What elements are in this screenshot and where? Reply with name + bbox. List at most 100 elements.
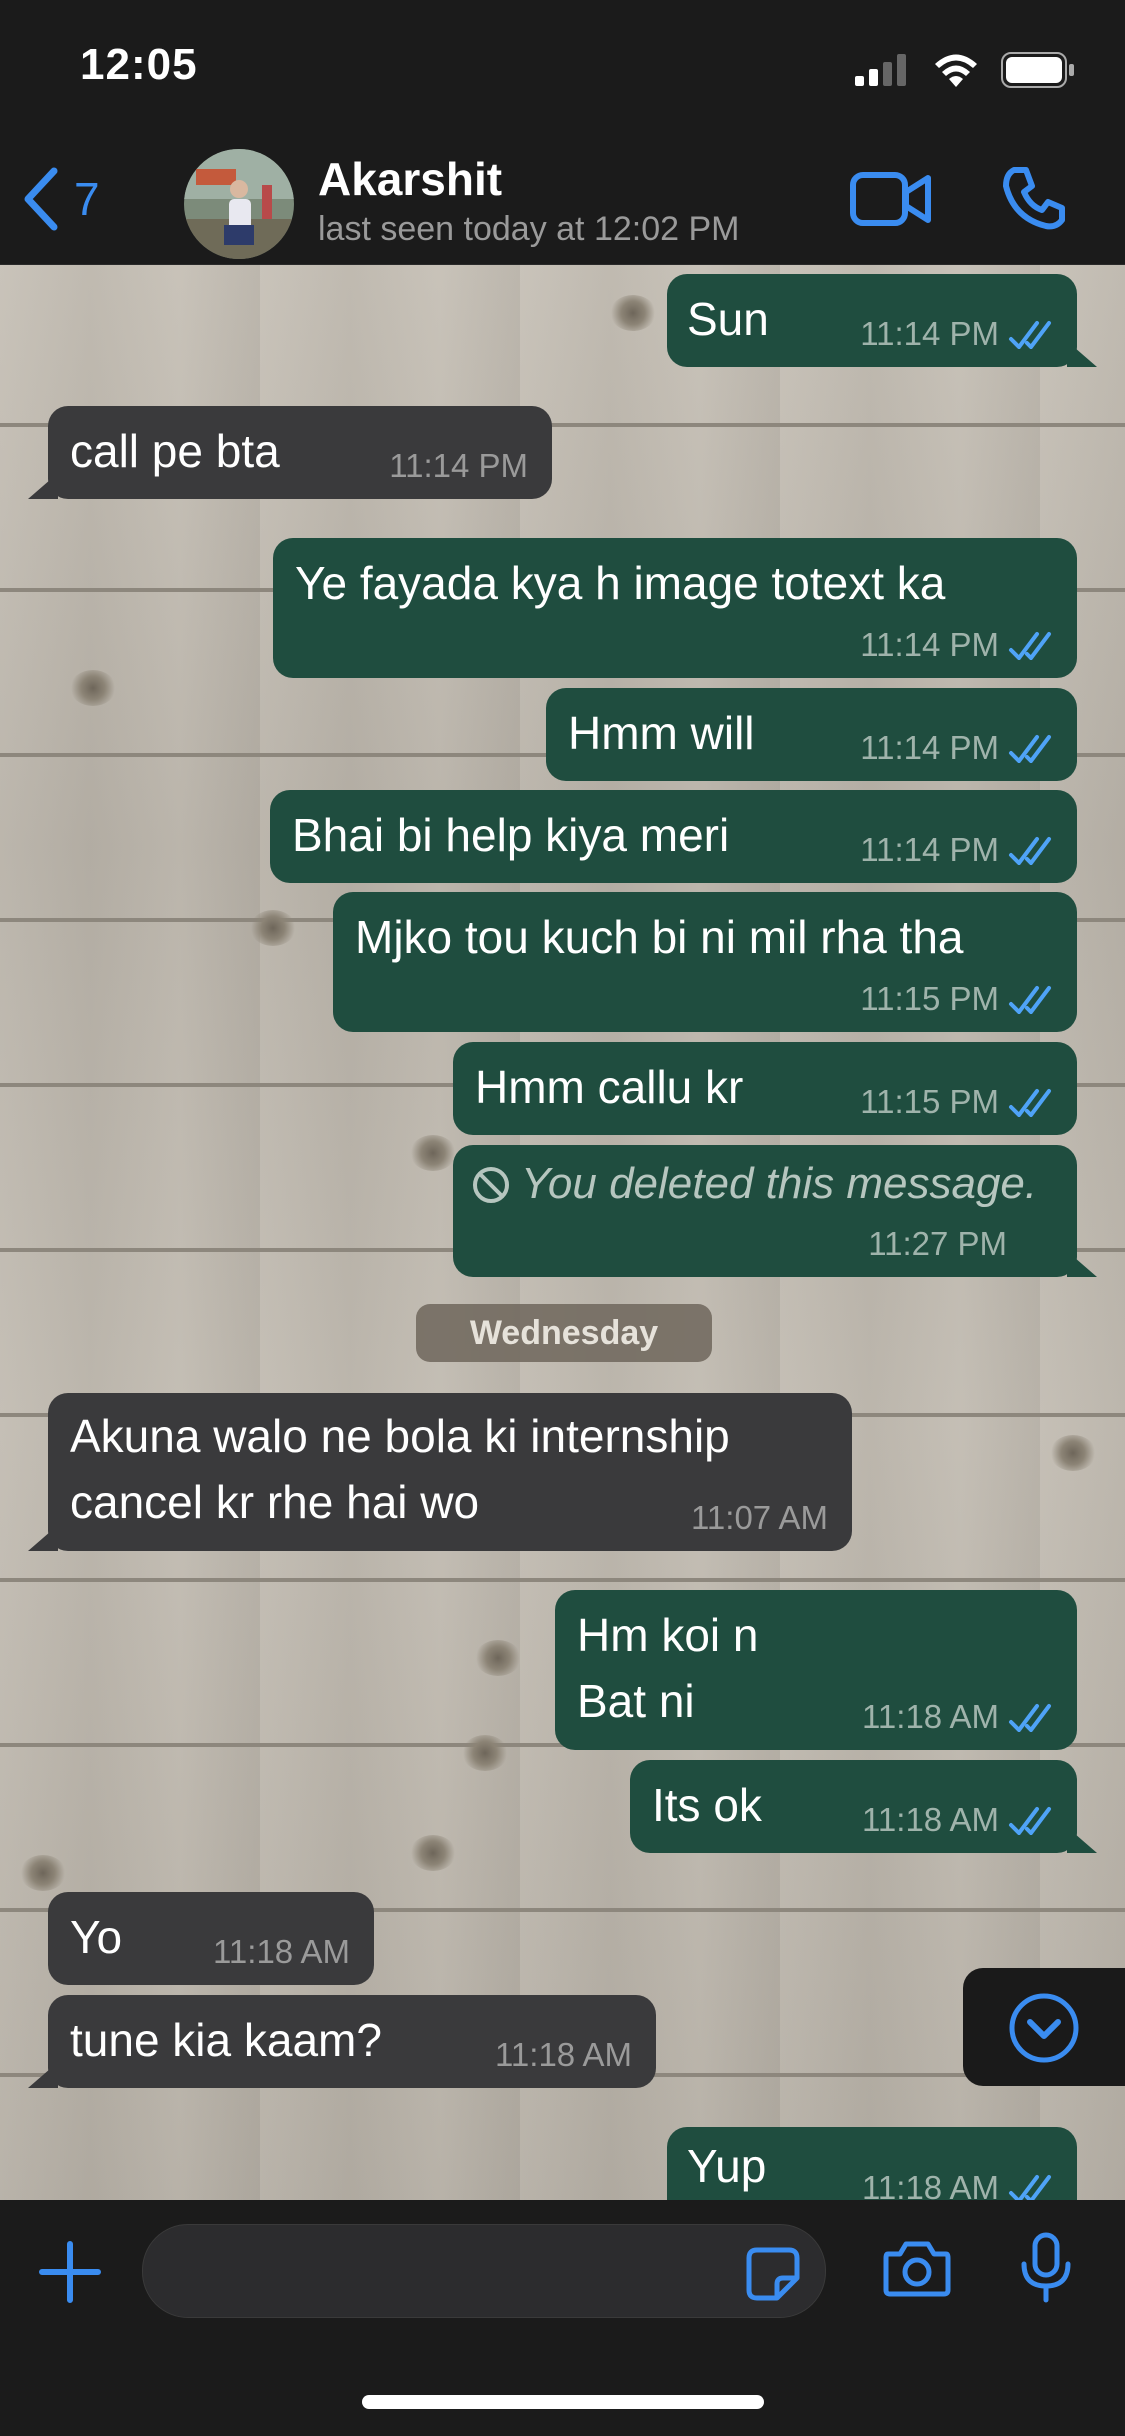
wood-knot <box>410 1135 456 1171</box>
message-meta: 11:18 AM <box>495 2036 632 2074</box>
ticks-icon <box>1009 735 1051 763</box>
phone-icon <box>1003 167 1065 230</box>
ticks-icon <box>1009 632 1051 660</box>
last-seen-status: last seen today at 12:02 PM <box>318 210 740 248</box>
camera-button[interactable] <box>882 2238 952 2303</box>
avatar[interactable] <box>184 149 294 259</box>
message-bubble-outgoing[interactable]: Mjko tou kuch bi ni mil rha tha 11:15 PM <box>333 892 1077 1032</box>
message-time: 11:14 PM <box>860 729 999 766</box>
message-bubble-outgoing[interactable]: Bhai bi help kiya meri 11:14 PM <box>270 790 1077 883</box>
wood-knot <box>610 295 656 331</box>
message-meta: 11:18 AM <box>862 1801 1055 1839</box>
bubble-tail <box>28 473 58 499</box>
wood-knot <box>1050 1435 1096 1471</box>
message-bubble-outgoing[interactable]: Yup 11:18 AM <box>667 2127 1077 2200</box>
message-meta: 11:14 PM <box>860 831 1055 869</box>
message-text: You deleted this message. <box>521 1159 1038 1208</box>
status-icons <box>855 50 1075 90</box>
message-meta: 11:14 PM <box>860 729 1055 767</box>
camera-icon <box>883 2241 951 2297</box>
deleted-icon <box>473 1167 509 1203</box>
message-meta: 11:14 PM <box>389 447 528 485</box>
chevron-down-icon <box>1009 1993 1079 2063</box>
message-time: 11:14 PM <box>860 315 999 352</box>
message-bubble-incoming[interactable]: call pe bta 11:14 PM <box>28 406 552 499</box>
message-time: 11:18 AM <box>213 1933 350 1970</box>
microphone-button[interactable] <box>1018 2232 1074 2309</box>
message-time: 11:15 PM <box>860 980 999 1017</box>
unread-count: 7 <box>74 173 100 225</box>
wood-knot <box>20 1855 66 1891</box>
message-time: 11:14 PM <box>860 626 999 663</box>
sticker-button[interactable] <box>745 2246 801 2307</box>
chat-header: 7 Akarshit last seen today at 12:02 PM <box>0 140 1125 265</box>
status-time: 12:05 <box>80 40 198 89</box>
message-bubble-deleted[interactable]: You deleted this message. 11:27 PM <box>453 1145 1097 1277</box>
sticker-icon <box>746 2247 800 2301</box>
status-bar: 12:05 <box>0 0 1125 140</box>
message-time: 11:27 PM <box>868 1225 1007 1262</box>
bubble-tail <box>28 1525 58 1551</box>
battery-icon <box>1001 52 1074 88</box>
message-text: Yo <box>70 1911 123 1963</box>
wood-knot <box>250 910 296 946</box>
wood-knot <box>475 1640 521 1676</box>
message-text: Sun <box>687 293 769 345</box>
message-text: tune kia kaam? <box>70 2014 382 2066</box>
message-text: Hmm will <box>568 707 755 759</box>
ticks-icon <box>1009 1807 1051 1835</box>
message-time: 11:07 AM <box>691 1499 828 1536</box>
message-bubble-incoming[interactable]: Akuna walo ne bola ki internship cancel … <box>28 1393 852 1551</box>
bubble-tail <box>1067 1827 1097 1853</box>
bubble-tail <box>1067 1251 1097 1277</box>
microphone-icon <box>1021 2232 1071 2303</box>
bubble-tail <box>1067 341 1097 367</box>
message-time: 11:18 AM <box>862 1801 999 1838</box>
wood-knot <box>70 670 116 706</box>
message-meta: 11:07 AM <box>691 1499 828 1537</box>
message-text: Its ok <box>652 1779 762 1831</box>
message-bubble-outgoing[interactable]: Hmm callu kr 11:15 PM <box>453 1042 1077 1135</box>
ticks-icon <box>1009 986 1051 1014</box>
contact-name[interactable]: Akarshit <box>318 152 502 206</box>
ticks-icon <box>1009 2175 1051 2200</box>
bubble-tail <box>28 2062 58 2088</box>
video-call-button[interactable] <box>850 170 932 233</box>
message-meta: 11:15 PM <box>860 980 1055 1018</box>
ticks-icon <box>1009 1704 1051 1732</box>
back-button[interactable]: 7 <box>20 164 100 234</box>
message-bubble-outgoing[interactable]: Its ok 11:18 AM <box>630 1760 1097 1853</box>
plus-icon <box>39 2241 101 2303</box>
message-bubble-outgoing[interactable]: Ye fayada kya h image totext ka 11:14 PM <box>273 538 1077 678</box>
ticks-icon <box>1009 1089 1051 1117</box>
message-text: Bhai bi help kiya meri <box>292 809 730 861</box>
message-text: Yup <box>687 2140 767 2192</box>
message-bubble-outgoing[interactable]: Hmm will 11:14 PM <box>546 688 1077 781</box>
message-text: call pe bta <box>70 425 280 477</box>
voice-call-button[interactable] <box>1000 164 1068 237</box>
scroll-to-bottom-button[interactable] <box>963 1968 1125 2086</box>
message-text: Mjko tou kuch bi ni mil rha tha <box>355 911 964 963</box>
message-bubble-outgoing[interactable]: Hm koi n Bat ni 11:18 AM <box>555 1590 1077 1750</box>
message-time: 11:18 AM <box>862 1698 999 1735</box>
message-time: 11:15 PM <box>860 1083 999 1120</box>
back-chevron-icon <box>24 167 58 231</box>
message-time: 11:14 PM <box>860 831 999 868</box>
message-time: 11:14 PM <box>389 447 528 484</box>
wifi-icon <box>935 54 977 87</box>
message-meta: 11:14 PM <box>860 626 1055 664</box>
chat-clip: Yup 11:18 AM <box>0 2120 1125 2200</box>
wood-knot <box>410 1835 456 1871</box>
message-meta: 11:27 PM <box>868 1225 1007 1263</box>
message-input[interactable] <box>142 2224 826 2318</box>
date-separator: Wednesday <box>416 1304 712 1362</box>
ticks-icon <box>1009 321 1051 349</box>
message-bubble-incoming[interactable]: tune kia kaam? 11:18 AM <box>28 1995 656 2088</box>
message-text-line-1: Akuna walo ne bola ki internship <box>70 1410 730 1462</box>
add-attachment-button[interactable] <box>38 2240 102 2309</box>
message-text: Ye fayada kya h image totext ka <box>295 557 946 609</box>
message-time: 11:18 AM <box>495 2036 632 2073</box>
message-bubble-outgoing[interactable]: Sun 11:14 PM <box>667 274 1097 367</box>
message-bubble-incoming[interactable]: Yo 11:18 AM <box>48 1892 374 1985</box>
video-call-icon <box>850 172 931 226</box>
